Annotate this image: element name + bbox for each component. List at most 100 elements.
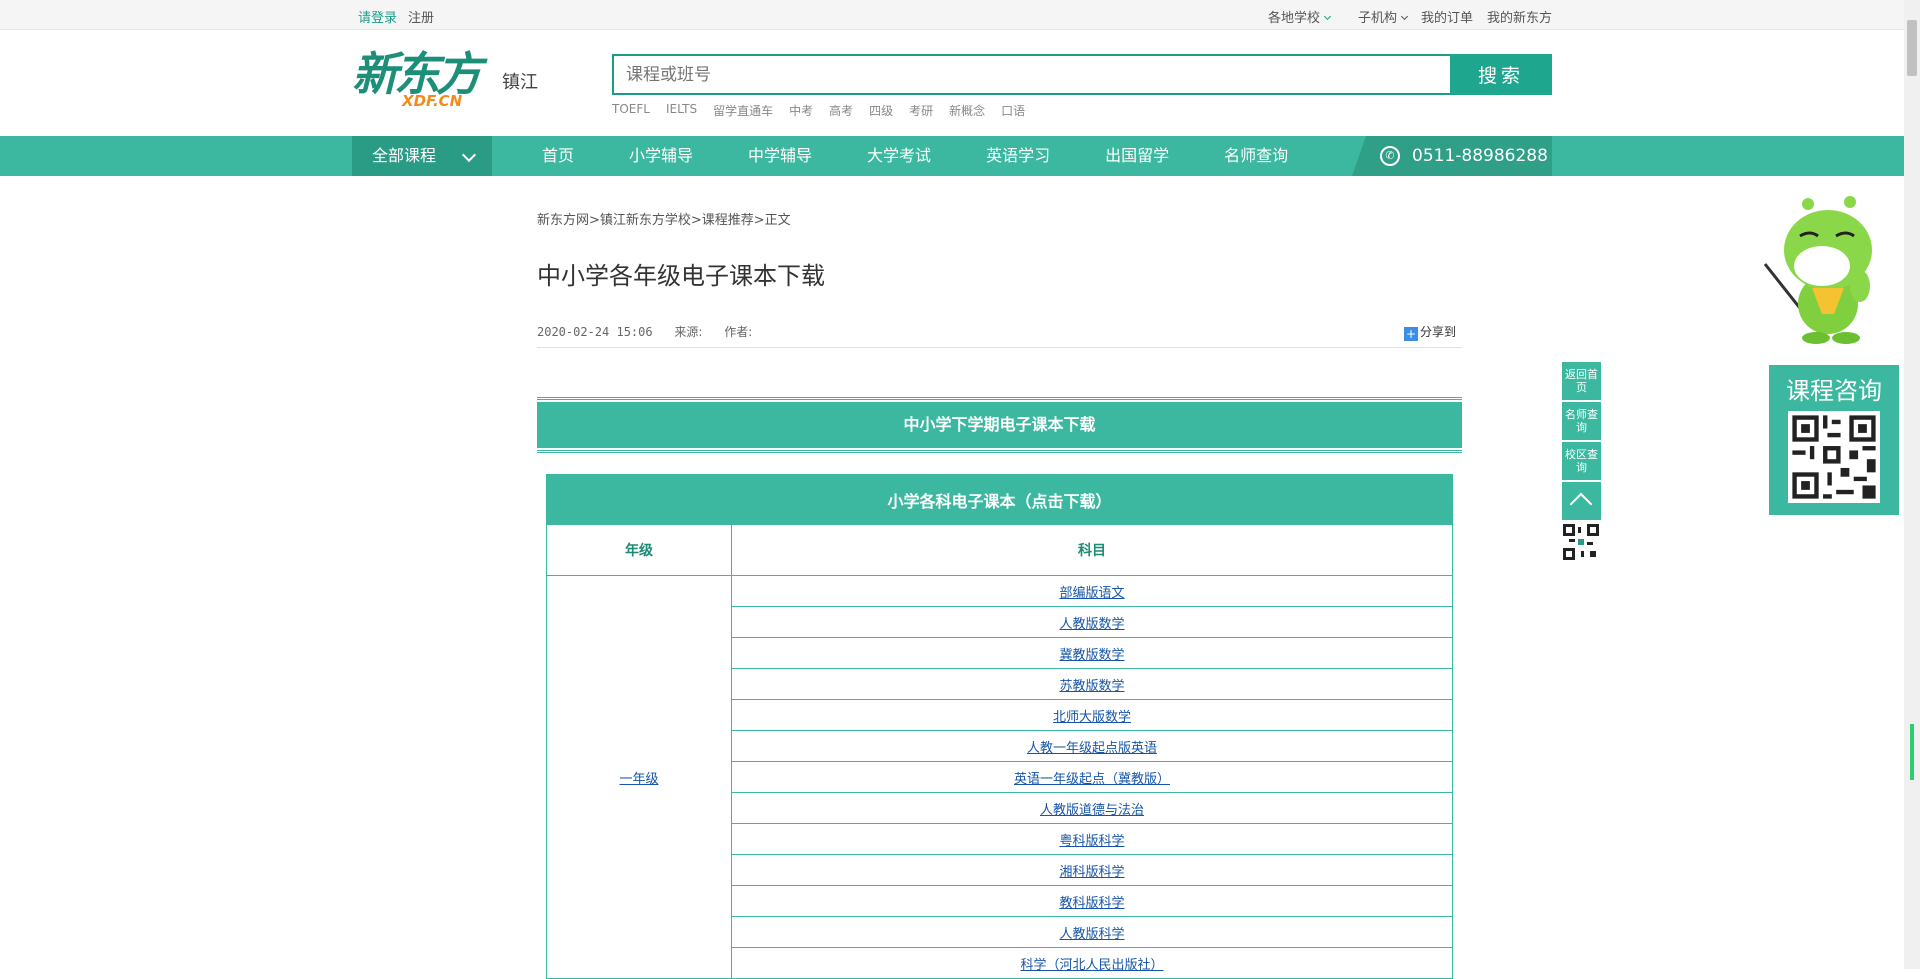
consult-title: 课程咨询	[1786, 377, 1882, 405]
back-home-button[interactable]: 返回首页	[1562, 362, 1601, 400]
hotword-link[interactable]: 四级	[869, 102, 893, 119]
subject-cell: 粤科版科学	[731, 823, 1453, 855]
mascot-illustration	[1763, 196, 1872, 344]
nav-item-abroad[interactable]: 出国留学	[1105, 136, 1169, 176]
hotword-link[interactable]: 考研	[909, 102, 933, 119]
hotword-link[interactable]: 新概念	[949, 102, 985, 119]
search-button[interactable]: 搜索	[1450, 54, 1552, 95]
qr-code-icon[interactable]	[1563, 524, 1599, 560]
all-courses-label: 全部课程	[372, 146, 437, 165]
subject-cell: 苏教版数学	[731, 668, 1453, 700]
section-banner: 中小学下学期电子课本下载	[537, 397, 1462, 453]
chevron-up-icon	[1569, 492, 1593, 516]
subject-link[interactable]: 苏教版数学	[1059, 679, 1124, 694]
main-nav: 全部课程 首页 小学辅导 中学辅导 大学考试 英语学习 出国留学 名师查询 ✆ …	[0, 136, 1904, 176]
article-meta: 2020-02-24 15:06 来源: 作者: + 分享到	[537, 323, 1462, 348]
nav-item-college[interactable]: 大学考试	[867, 136, 931, 176]
qr-code-icon	[1788, 411, 1880, 503]
schools-label: 各地学校	[1267, 11, 1320, 26]
subject-link[interactable]: 粤科版科学	[1059, 834, 1124, 849]
subject-cell: 科学（河北人民出版社）	[731, 947, 1453, 979]
city-label: 镇江	[502, 72, 538, 93]
share-button[interactable]: + 分享到	[1403, 323, 1456, 341]
subject-link[interactable]: 湘科版科学	[1059, 865, 1124, 880]
subject-link[interactable]: 英语一年级起点（冀教版）	[1014, 772, 1170, 787]
subject-cell: 湘科版科学	[731, 854, 1453, 886]
nav-item-english[interactable]: 英语学习	[986, 136, 1050, 176]
subject-link[interactable]: 科学（河北人民出版社）	[1020, 958, 1163, 973]
nav-item-home[interactable]: 首页	[542, 136, 574, 176]
article-date: 2020-02-24 15:06	[537, 325, 653, 339]
register-link[interactable]: 注册	[408, 7, 434, 26]
back-to-top-button[interactable]	[1562, 482, 1601, 520]
breadcrumb[interactable]: 新东方网>镇江新东方学校>课程推荐>正文	[537, 209, 791, 228]
all-courses-menu[interactable]: 全部课程	[352, 136, 492, 176]
page-scrollbar[interactable]	[1904, 0, 1920, 969]
banner-title: 中小学下学期电子课本下载	[537, 402, 1462, 448]
search-input[interactable]	[614, 56, 1454, 93]
hotword-link[interactable]: 口语	[1001, 102, 1025, 119]
hotword-link[interactable]: TOEFL	[612, 102, 650, 119]
subject-link[interactable]: 教科版科学	[1059, 896, 1124, 911]
subject-cell: 英语一年级起点（冀教版）	[731, 761, 1453, 793]
my-xdf-link[interactable]: 我的新东方	[1487, 7, 1552, 26]
sub-org-label: 子机构	[1357, 11, 1397, 26]
login-link[interactable]: 请登录	[358, 7, 397, 26]
author-label: 作者:	[724, 325, 753, 339]
grade-link[interactable]: 一年级	[619, 772, 658, 787]
hotword-link[interactable]: IELTS	[666, 102, 697, 119]
column-header-grade: 年级	[546, 524, 732, 576]
hot-keywords: TOEFL IELTS 留学直通车 中考 高考 四级 考研 新概念 口语	[612, 102, 1041, 119]
scrollbar-thumb[interactable]	[1907, 20, 1917, 76]
subject-cell: 人教一年级起点版英语	[731, 730, 1453, 762]
subject-link[interactable]: 人教版数学	[1059, 617, 1124, 632]
subject-cell: 北师大版数学	[731, 699, 1453, 731]
nav-items: 首页 小学辅导 中学辅导 大学考试 英语学习 出国留学 名师查询	[542, 136, 1343, 176]
logo-text-en: XDF.CN	[402, 92, 463, 110]
subject-link[interactable]: 冀教版数学	[1059, 648, 1124, 663]
schools-dropdown[interactable]: 各地学校	[1254, 7, 1331, 26]
side-toolbar: 返回首页 名师查询 校区查询	[1562, 362, 1601, 564]
plus-icon: +	[1403, 327, 1418, 341]
course-consult-panel[interactable]: 课程咨询	[1769, 365, 1899, 515]
source-label: 来源:	[674, 325, 703, 339]
chevron-down-icon	[461, 147, 477, 163]
scrollbar-marker	[1910, 724, 1914, 780]
subject-cell: 人教版数学	[731, 606, 1453, 638]
page-title: 中小学各年级电子课本下载	[537, 262, 825, 290]
header: 新东方 XDF.CN 镇江 搜索 TOEFL IELTS 留学直通车 中考 高考…	[352, 30, 1552, 136]
table-row: 一年级 部编版语文	[546, 575, 1453, 979]
phone-icon: ✆	[1380, 146, 1400, 166]
subject-cell: 部编版语文	[731, 575, 1453, 607]
phone-block: ✆ 0511-88986288	[1352, 136, 1552, 176]
subject-link[interactable]: 人教一年级起点版英语	[1027, 741, 1157, 756]
top-bar: 请登录 注册 各地学校 子机构 我的订单 我的新东方	[0, 0, 1904, 30]
subject-link[interactable]: 部编版语文	[1059, 586, 1124, 601]
nav-item-secondary[interactable]: 中学辅导	[748, 136, 812, 176]
hotword-link[interactable]: 中考	[789, 102, 813, 119]
top-right-links: 各地学校 子机构 我的订单 我的新东方	[1240, 7, 1552, 26]
search-box: 搜索	[612, 54, 1552, 95]
column-header-subject: 科目	[731, 524, 1453, 576]
xdf-logo[interactable]: 新东方 XDF.CN	[352, 48, 492, 118]
my-orders-link[interactable]: 我的订单	[1421, 7, 1473, 26]
subject-cell: 人教版科学	[731, 916, 1453, 948]
phone-number: 0511-88986288	[1412, 146, 1548, 166]
subject-link[interactable]: 北师大版数学	[1053, 710, 1131, 725]
nav-item-teachers[interactable]: 名师查询	[1224, 136, 1288, 176]
textbook-table: 小学各科电子课本（点击下载） 年级 科目 一年级 部编版语文 人教版数学 冀教版…	[546, 474, 1453, 979]
table-caption: 小学各科电子课本（点击下载）	[546, 474, 1453, 525]
chevron-down-icon	[1400, 12, 1409, 21]
nav-item-primary[interactable]: 小学辅导	[629, 136, 693, 176]
grade-cell: 一年级	[546, 575, 732, 979]
campus-search-button[interactable]: 校区查询	[1562, 442, 1601, 480]
subject-cell: 人教版道德与法治	[731, 792, 1453, 824]
subject-cell: 冀教版数学	[731, 637, 1453, 669]
hotword-link[interactable]: 高考	[829, 102, 853, 119]
hotword-link[interactable]: 留学直通车	[713, 102, 773, 119]
sub-org-dropdown[interactable]: 子机构	[1344, 7, 1409, 26]
subject-link[interactable]: 人教版科学	[1059, 927, 1124, 942]
subject-link[interactable]: 人教版道德与法治	[1040, 803, 1144, 818]
chevron-down-icon	[1323, 12, 1331, 21]
teacher-search-button[interactable]: 名师查询	[1562, 402, 1601, 440]
